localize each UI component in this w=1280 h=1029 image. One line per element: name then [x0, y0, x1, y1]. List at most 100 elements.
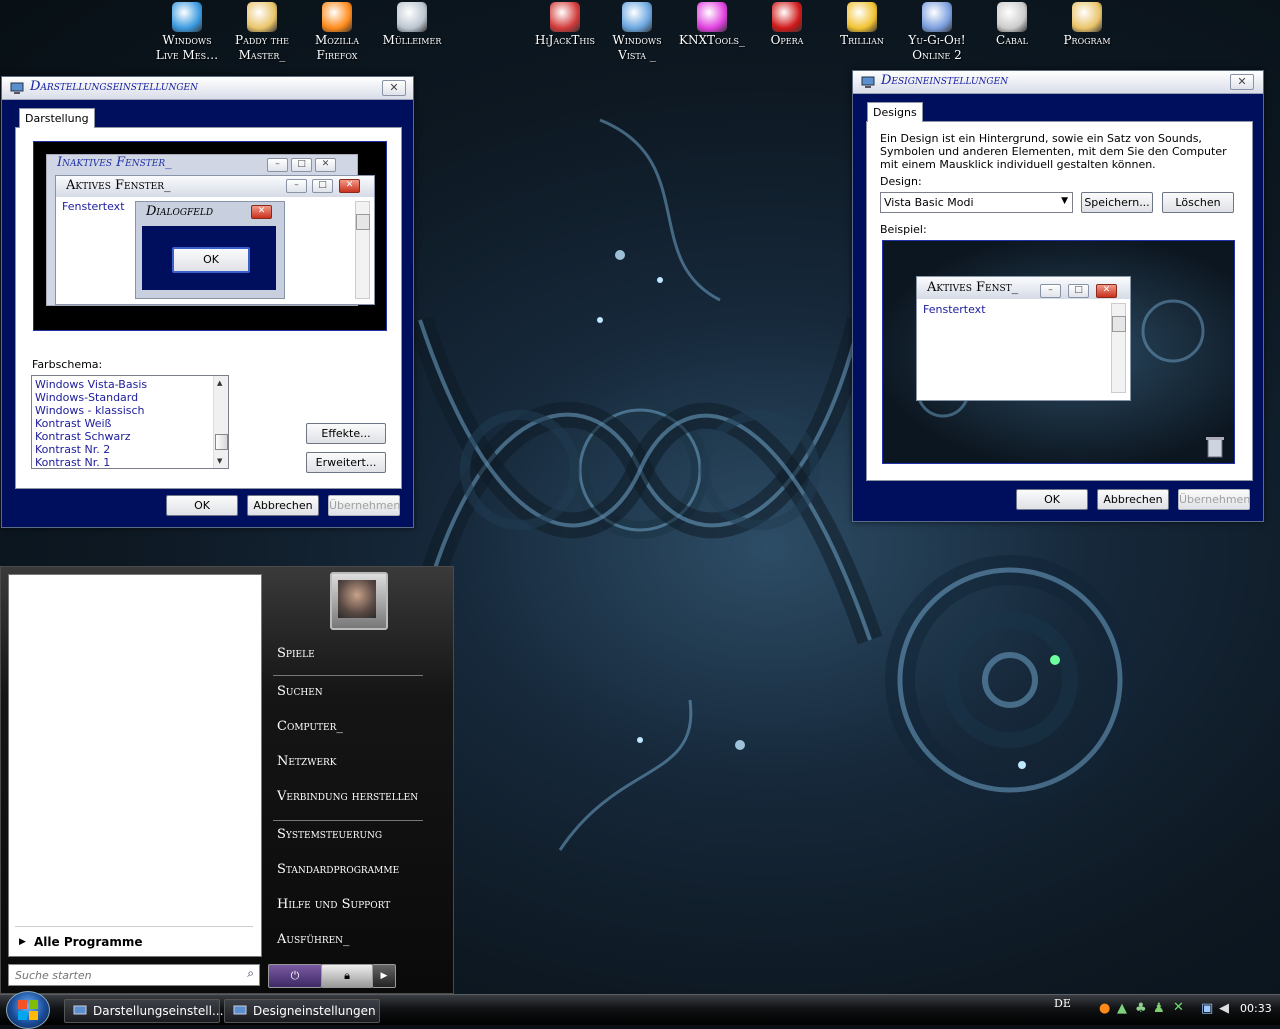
design-description: Ein Design ist ein Hintergrund, sowie ei… — [880, 132, 1227, 171]
start-menu[interactable]: ▶ Alle Programme Spiele Suchen Computer_ Ne… — [0, 566, 454, 994]
close-button[interactable]: ✕ — [382, 80, 406, 96]
recycle-bin-icon — [1206, 437, 1224, 458]
desktop-icon[interactable]: Program — [1050, 2, 1124, 48]
start-menu-item[interactable]: Hilfe und Support — [277, 897, 390, 912]
design-settings-icon — [861, 76, 875, 88]
color-scheme-item[interactable]: Kontrast Weiß — [35, 417, 111, 430]
scroll-up-icon[interactable]: ▲ — [217, 379, 222, 387]
trillian-icon — [847, 2, 877, 32]
desktop-icon[interactable]: Cabal — [975, 2, 1049, 48]
all-programs-item[interactable]: Alle Programme — [34, 935, 143, 949]
desktop-icon[interactable]: KNXTools_ — [675, 2, 749, 48]
taskbar-button-design[interactable]: Designeinstellungen — [224, 999, 380, 1023]
color-scheme-item[interactable]: Kontrast Nr. 2 — [35, 443, 110, 456]
color-scheme-scrollbar[interactable]: ▲ ▼ — [213, 376, 228, 468]
start-menu-programs-pane[interactable]: ▶ Alle Programme — [8, 574, 262, 957]
start-menu-item[interactable]: Ausführen_ — [277, 932, 350, 947]
users-tray-icon[interactable]: ♣ — [1135, 1001, 1147, 1016]
start-menu-item[interactable]: Suchen — [277, 684, 323, 699]
start-menu-item[interactable]: Standardprogramme — [277, 862, 399, 877]
close-icon: ✕ — [315, 158, 336, 172]
tab-darstellung[interactable]: Darstellung — [19, 108, 95, 128]
preview-dialog-title: Dialogfeld — [146, 204, 214, 219]
close-icon: ✕ — [1237, 75, 1247, 88]
start-menu-item[interactable]: Computer_ — [277, 719, 343, 734]
apply-button: Übernehmen — [1178, 489, 1250, 510]
lock-button[interactable]: 🔒︎ — [321, 964, 373, 988]
delete-button[interactable]: Löschen — [1162, 192, 1234, 213]
desktop-icon-label: Paddy the Master_ — [235, 33, 289, 62]
desktop-icon-label: Windows Vista _ — [612, 33, 662, 62]
color-scheme-item[interactable]: Windows Vista-Basis — [35, 378, 147, 391]
desktop-icon-label: Trillian — [840, 33, 884, 47]
color-scheme-item[interactable]: Kontrast Schwarz — [35, 430, 131, 443]
ok-button[interactable]: OK — [1016, 489, 1088, 510]
vista-shortcut-icon — [622, 2, 652, 32]
advanced-button[interactable]: Erweitert... — [306, 452, 386, 473]
start-menu-separator — [273, 675, 423, 676]
clock[interactable]: 00:33 — [1240, 1002, 1272, 1015]
folder-icon — [1072, 2, 1102, 32]
color-scheme-item[interactable]: Windows - klassisch — [35, 404, 145, 417]
cancel-button[interactable]: Abbrechen — [247, 495, 319, 516]
start-search-input[interactable] — [13, 967, 237, 983]
desktop-icon[interactable]: Opera — [750, 2, 824, 48]
language-indicator[interactable]: DE — [1054, 997, 1071, 1010]
cancel-button[interactable]: Abbrechen — [1097, 489, 1169, 510]
appearance-window-titlebar[interactable]: Darstellungseinstellungen ✕ — [2, 77, 413, 100]
tab-designs[interactable]: Designs — [867, 102, 923, 122]
close-button[interactable]: ✕ — [1230, 74, 1254, 90]
network-tray-icon[interactable]: ▲ — [1117, 1001, 1127, 1016]
preview-scrollbar — [355, 201, 370, 299]
effects-button[interactable]: Effekte... — [306, 423, 386, 444]
scroll-thumb[interactable] — [215, 434, 228, 450]
color-scheme-list[interactable]: Windows Vista-Basis Windows-Standard Windo… — [31, 375, 229, 469]
desktop-icon[interactable]: Windows Vista _ — [600, 2, 674, 63]
ok-button[interactable]: OK — [166, 495, 238, 516]
desktop-icon[interactable]: Mülleimer — [375, 2, 449, 48]
maximize-icon: □ — [291, 158, 312, 172]
taskbar-button-darstellung[interactable]: Darstellungseinstell... — [64, 999, 223, 1023]
desktop-icon[interactable]: HiJackThis — [528, 2, 602, 48]
start-menu-item[interactable]: Systemsteuerung — [277, 827, 382, 842]
display-tray-icon[interactable]: ▣ — [1201, 1001, 1213, 1016]
color-scheme-item[interactable]: Kontrast Nr. 1 — [35, 456, 110, 469]
desktop-icon-label: Mozilla Firefox — [315, 33, 359, 62]
start-button[interactable] — [6, 991, 50, 1029]
scroll-down-icon[interactable]: ▼ — [217, 457, 222, 465]
desktop-icon[interactable]: Trillian — [825, 2, 899, 48]
close-icon: ✕ — [339, 179, 360, 193]
firefox-tray-icon[interactable]: ● — [1099, 1001, 1110, 1016]
opera-icon — [772, 2, 802, 32]
start-menu-item[interactable]: Verbindung herstellen — [277, 789, 418, 804]
appearance-window-title: Darstellungseinstellungen — [30, 79, 199, 94]
start-menu-item[interactable]: Netzwerk — [277, 754, 337, 769]
search-icon[interactable]: ⌕ — [247, 966, 254, 981]
user-avatar[interactable] — [330, 572, 388, 630]
desktop-icon[interactable]: Windows Live Mes… — [150, 2, 224, 63]
close-icon[interactable]: ✕ — [1173, 1000, 1184, 1015]
start-search-box[interactable]: ⌕ — [8, 964, 260, 986]
desktop-icon[interactable]: Paddy the Master_ — [225, 2, 299, 63]
firefox-icon — [322, 2, 352, 32]
desktop-icon-label: HiJackThis — [535, 33, 595, 47]
start-menu-item[interactable]: Spiele — [277, 646, 315, 661]
design-settings-window[interactable]: Designeinstellungen ✕ Designs Ein Design… — [852, 70, 1264, 522]
desktop-icon[interactable]: Yu-Gi-Oh! Online 2 — [900, 2, 974, 63]
preview-active-window: Aktives Fenst_ – □ ✕ Fenstertext — [916, 276, 1131, 401]
volume-icon[interactable]: ◀ — [1219, 1001, 1229, 1016]
design-label: Design: — [880, 175, 922, 188]
cabal-icon — [997, 2, 1027, 32]
power-button[interactable]: ⏻ — [268, 964, 322, 988]
save-button[interactable]: Speichern... — [1081, 192, 1153, 213]
desktop-icon-label: Mülleimer — [382, 33, 442, 47]
color-scheme-item[interactable]: Windows-Standard — [35, 391, 138, 404]
messenger-tray-icon[interactable]: ♟ — [1153, 1001, 1165, 1016]
desktop-icon[interactable]: Mozilla Firefox — [300, 2, 374, 63]
chevron-down-icon[interactable]: ▼ — [1061, 196, 1068, 206]
design-dropdown[interactable]: Vista Basic Modi ▼ — [880, 192, 1073, 213]
knxtools-icon — [697, 2, 727, 32]
design-window-titlebar[interactable]: Designeinstellungen ✕ — [853, 71, 1263, 94]
appearance-settings-window[interactable]: Darstellungseinstellungen ✕ Darstellung … — [1, 76, 414, 528]
shutdown-options-button[interactable]: ▶ — [372, 964, 396, 988]
